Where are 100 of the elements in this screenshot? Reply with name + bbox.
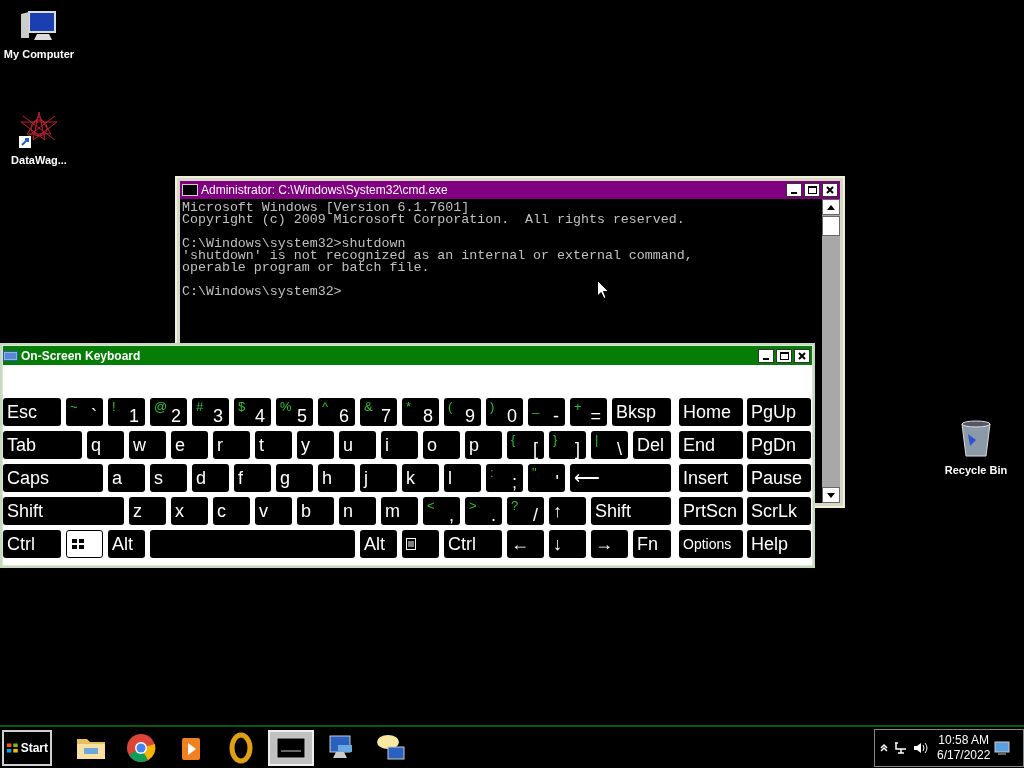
keyboard-key[interactable]: & 7 (360, 398, 397, 426)
keyboard-key[interactable]: End (679, 431, 743, 459)
keyboard-key[interactable]: y (297, 431, 334, 459)
keyboard-key[interactable]: _ - (528, 398, 565, 426)
keyboard-key[interactable]: Esc (3, 398, 61, 426)
clock-time[interactable]: 10:58 AM (938, 732, 990, 748)
speaker-icon[interactable] (913, 740, 929, 755)
keyboard-key[interactable]: > . (465, 497, 502, 525)
keyboard-key[interactable]: z (129, 497, 166, 525)
keyboard-key[interactable]: o (423, 431, 460, 459)
keyboard-key[interactable]: ^ 6 (318, 398, 355, 426)
keyboard-key[interactable] (66, 530, 103, 558)
keyboard-key[interactable]: ! 1 (108, 398, 145, 426)
keyboard-key[interactable]: m (381, 497, 418, 525)
keyboard-key[interactable]: ) 0 (486, 398, 523, 426)
keyboard-key[interactable]: w (129, 431, 166, 459)
keyboard-key[interactable]: Shift (591, 497, 671, 525)
keyboard-key[interactable]: Caps (3, 464, 103, 492)
keyboard-key[interactable]: PgDn (747, 431, 811, 459)
keyboard-key[interactable]: Tab (3, 431, 82, 459)
desktop-icon-label[interactable]: DataWag... (11, 152, 67, 169)
keyboard-key[interactable]: h (318, 464, 355, 492)
close-button[interactable] (794, 348, 810, 363)
keyboard-key[interactable]: Pause (747, 464, 811, 492)
keyboard-key[interactable]: Ctrl (3, 530, 61, 558)
keyboard-key[interactable]: → (591, 530, 628, 558)
keyboard-key[interactable]: c (213, 497, 250, 525)
keyboard-key[interactable]: g (276, 464, 313, 492)
keyboard-key[interactable]: PgUp (747, 398, 811, 426)
keyboard-key[interactable]: Alt (108, 530, 145, 558)
keyboard-key[interactable]: Fn (633, 530, 671, 558)
maximize-button[interactable] (804, 183, 820, 197)
keyboard-key[interactable]: " ' (528, 464, 565, 492)
desktop-icon-label[interactable]: My Computer (3, 46, 75, 63)
keyboard-key[interactable]: Shift (3, 497, 124, 525)
keyboard-key[interactable]: | \ (591, 431, 628, 459)
network-icon[interactable] (893, 740, 909, 755)
keyboard-key[interactable]: $ 4 (234, 398, 271, 426)
keyboard-key[interactable]: Ctrl (444, 530, 502, 558)
keyboard-key[interactable]: s (150, 464, 187, 492)
close-icon (798, 351, 806, 360)
desktop-icon-label[interactable]: Recycle Bin (944, 462, 1008, 479)
scroll-down-icon[interactable] (827, 492, 835, 498)
keyboard-key[interactable]: f (234, 464, 271, 492)
keyboard-key[interactable]: { [ (507, 431, 544, 459)
keyboard-key[interactable]: j (360, 464, 397, 492)
keyboard-key[interactable]: Options (679, 530, 743, 558)
keyboard-key[interactable]: ↓ (549, 530, 586, 558)
keyboard-key[interactable]: } ] (549, 431, 586, 459)
scroll-up-icon[interactable] (827, 204, 835, 210)
keyboard-key[interactable]: ↑ (549, 497, 586, 525)
keyboard-key[interactable]: ? / (507, 497, 544, 525)
monitor-icon[interactable] (994, 740, 1011, 755)
keyboard-key[interactable]: b (297, 497, 334, 525)
start-button[interactable]: Start (2, 729, 52, 766)
keyboard-key[interactable]: Home (679, 398, 743, 426)
keyboard-key[interactable]: ⟵ (570, 464, 671, 492)
keyboard-key[interactable]: @ 2 (150, 398, 187, 426)
keyboard-key[interactable]: e (171, 431, 208, 459)
keyboard-key[interactable]: * 8 (402, 398, 439, 426)
keyboard-key[interactable]: < , (423, 497, 460, 525)
clock-date[interactable]: 6/17/2022 (937, 747, 991, 763)
chevron-up-icon[interactable] (879, 742, 889, 753)
scrollbar-thumb[interactable] (822, 216, 840, 236)
close-button[interactable] (822, 183, 838, 197)
keyboard-key[interactable]: n (339, 497, 376, 525)
keyboard-key[interactable]: u (339, 431, 376, 459)
keyboard-key[interactable]: ( 9 (444, 398, 481, 426)
keyboard-key[interactable]: ← (507, 530, 544, 558)
keyboard-key[interactable]: : ; (486, 464, 523, 492)
keyboard-key[interactable]: v (255, 497, 292, 525)
keyboard-key[interactable]: l (444, 464, 481, 492)
keyboard-key[interactable]: k (402, 464, 439, 492)
console-line: C:\Windows\system32> (182, 286, 342, 298)
keyboard-key[interactable]: Bksp (612, 398, 671, 426)
keyboard-key[interactable]: ~ ` (66, 398, 103, 426)
keyboard-key[interactable]: d (192, 464, 229, 492)
keyboard-key[interactable]: Help (747, 530, 811, 558)
minimize-button[interactable] (786, 183, 802, 197)
scrollbar[interactable] (822, 199, 840, 503)
windows-logo-icon (71, 538, 85, 550)
keyboard-key[interactable]: Alt (360, 530, 397, 558)
keyboard-key[interactable]: # 3 (192, 398, 229, 426)
keyboard-key[interactable]: a (108, 464, 145, 492)
keyboard-key[interactable]: i (381, 431, 418, 459)
window-title: Administrator: C:\Windows\System32\cmd.exe (201, 182, 449, 199)
keyboard-key[interactable]: t (255, 431, 292, 459)
keyboard-key[interactable]: q (87, 431, 124, 459)
keyboard-key[interactable]: ScrLk (747, 497, 811, 525)
keyboard-key[interactable]: % 5 (276, 398, 313, 426)
keyboard-key[interactable]: r (213, 431, 250, 459)
keyboard-key[interactable]: + = (570, 398, 607, 426)
maximize-button[interactable] (776, 348, 792, 363)
keyboard-key[interactable]: PrtScn (679, 497, 743, 525)
keyboard-key[interactable]: x (171, 497, 208, 525)
minimize-button[interactable] (758, 348, 774, 363)
keyboard-key[interactable] (402, 530, 439, 558)
keyboard-key[interactable]: Del (633, 431, 671, 459)
keyboard-key[interactable]: p (465, 431, 502, 459)
keyboard-key[interactable]: Insert (679, 464, 743, 492)
